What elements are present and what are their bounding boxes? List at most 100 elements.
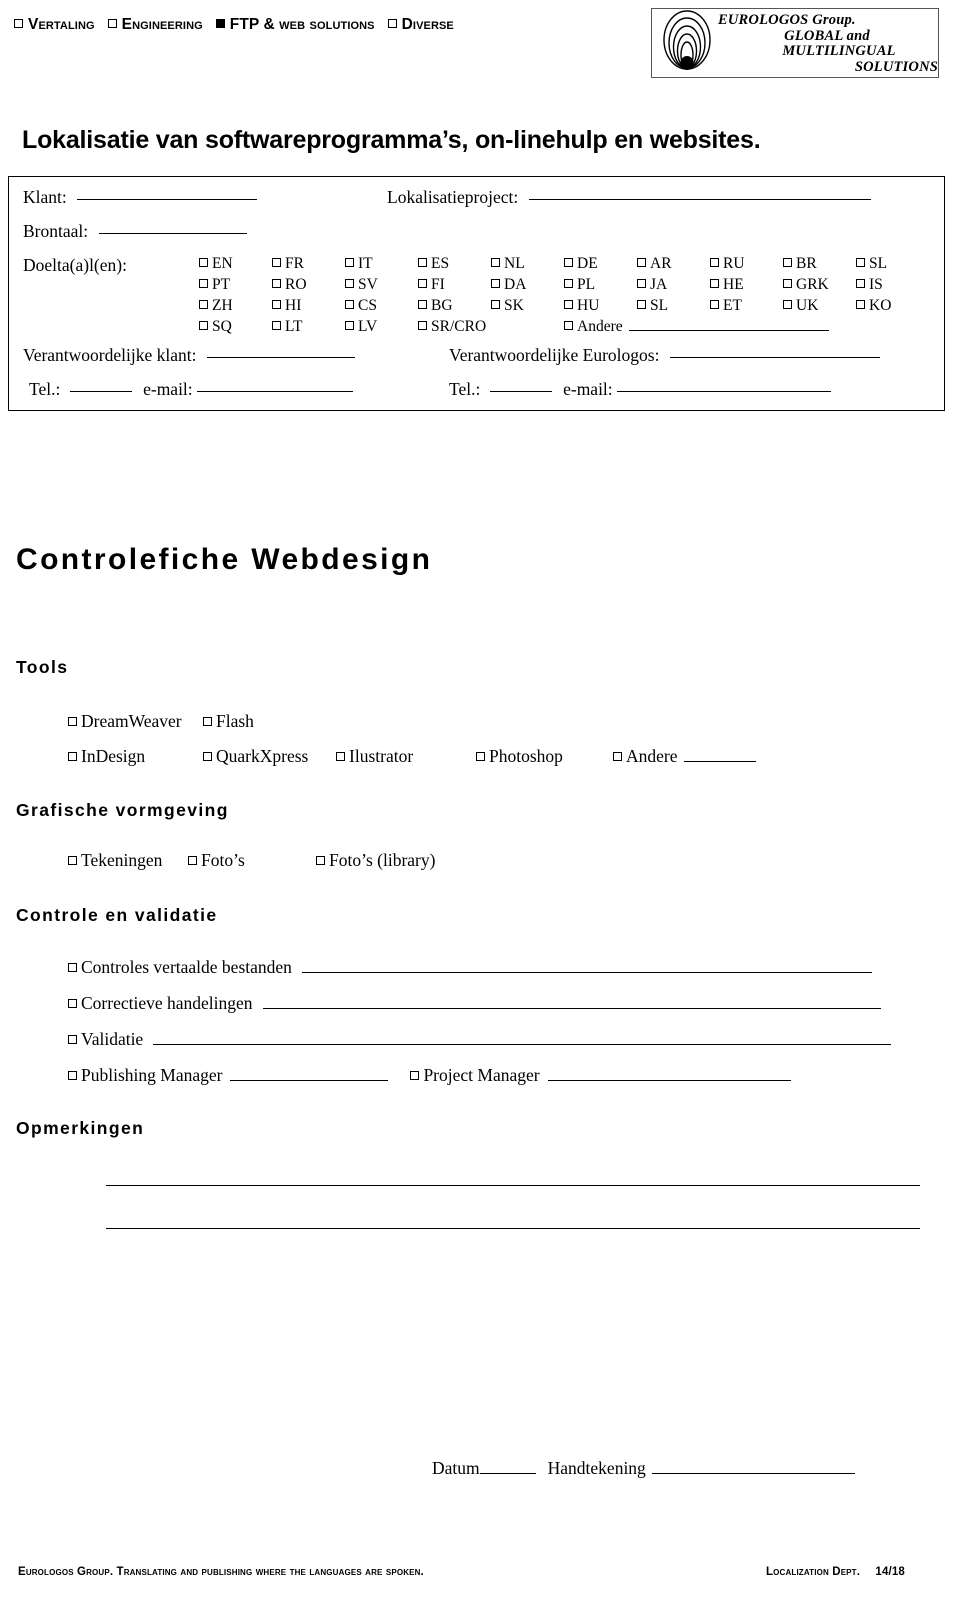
checkbox-icon[interactable] [272, 279, 281, 288]
lang-checkbox-pt[interactable]: PT [199, 276, 272, 294]
controle-checkbox-correctieve-handelingen[interactable]: Correctieve handelingen [68, 993, 253, 1014]
checkbox-icon[interactable] [199, 258, 208, 267]
checkbox-icon[interactable] [564, 321, 573, 330]
checkbox-icon[interactable] [68, 856, 77, 865]
checkbox-icon[interactable] [203, 717, 212, 726]
checkbox-icon[interactable] [345, 279, 354, 288]
tool-checkbox-photoshop[interactable]: Photoshop [476, 746, 613, 767]
checkbox-icon[interactable] [199, 279, 208, 288]
checkbox-icon[interactable] [491, 279, 500, 288]
checkbox-icon[interactable] [199, 300, 208, 309]
lang-checkbox-lt[interactable]: LT [272, 318, 345, 336]
checkbox-icon[interactable] [418, 321, 427, 330]
lang-checkbox-ja[interactable]: JA [637, 276, 710, 294]
handtekening-input-line[interactable] [651, 1473, 855, 1474]
grafische-checkbox-fotos-library[interactable]: Foto’s (library) [316, 850, 435, 871]
checkbox-icon[interactable] [476, 752, 485, 761]
checkbox-icon[interactable] [68, 752, 77, 761]
checkbox-icon[interactable] [564, 279, 573, 288]
lang-checkbox-br[interactable]: BR [783, 255, 856, 273]
checkbox-icon[interactable] [68, 963, 77, 972]
email-eurologos-input-line[interactable] [617, 391, 832, 392]
checkbox-icon[interactable] [710, 258, 719, 267]
checkbox-icon[interactable] [345, 300, 354, 309]
grafische-checkbox-fotos[interactable]: Foto’s [188, 850, 316, 871]
checkbox-icon[interactable] [783, 279, 792, 288]
lang-checkbox-bg[interactable]: BG [418, 297, 491, 315]
checkbox-icon[interactable] [856, 279, 865, 288]
lang-checkbox-hi[interactable]: HI [272, 297, 345, 315]
tool-checkbox-dreamweaver[interactable]: DreamWeaver [68, 711, 203, 732]
lang-checkbox-sr-cro[interactable]: SR/CRO [418, 318, 564, 336]
checkbox-icon[interactable] [564, 300, 573, 309]
resp-eurologos-input-line[interactable] [669, 357, 880, 358]
lang-checkbox-sk[interactable]: SK [491, 297, 564, 315]
lang-checkbox-sl[interactable]: SL [856, 255, 929, 273]
checkbox-icon[interactable] [199, 321, 208, 330]
checkbox-icon[interactable] [316, 856, 325, 865]
tool-andere-input-line[interactable] [683, 761, 756, 762]
publishing-manager-input-line[interactable] [230, 1080, 389, 1081]
checkbox-icon[interactable] [418, 279, 427, 288]
lang-checkbox-fi[interactable]: FI [418, 276, 491, 294]
checkbox-icon[interactable] [336, 752, 345, 761]
lang-checkbox-he[interactable]: HE [710, 276, 783, 294]
tool-checkbox-andere[interactable]: Andere [613, 746, 756, 767]
lang-checkbox-andere[interactable]: Andere [564, 318, 929, 336]
lang-checkbox-ar[interactable]: AR [637, 255, 710, 273]
lang-checkbox-et[interactable]: ET [710, 297, 783, 315]
lang-checkbox-es[interactable]: ES [418, 255, 491, 273]
checkbox-icon[interactable] [387, 19, 397, 28]
category-diverse[interactable]: Diverse [387, 16, 454, 34]
opmerkingen-line-1[interactable] [106, 1185, 920, 1186]
checkbox-icon[interactable] [68, 1035, 77, 1044]
lang-checkbox-is[interactable]: IS [856, 276, 929, 294]
validatie-input-line[interactable] [153, 1044, 892, 1045]
lang-checkbox-ru[interactable]: RU [710, 255, 783, 273]
checkbox-icon[interactable] [418, 300, 427, 309]
checkbox-icon[interactable] [783, 300, 792, 309]
lang-checkbox-nl[interactable]: NL [491, 255, 564, 273]
lang-checkbox-it[interactable]: IT [345, 255, 418, 273]
controle-checkbox-controles-vertaalde-bestanden[interactable]: Controles vertaalde bestanden [68, 957, 292, 978]
checkbox-icon[interactable] [637, 258, 646, 267]
category-engineering[interactable]: Engineering [107, 16, 203, 34]
lang-checkbox-sq[interactable]: SQ [199, 318, 272, 336]
checkbox-icon[interactable] [613, 752, 622, 761]
checkbox-icon[interactable] [856, 258, 865, 267]
lang-checkbox-pl[interactable]: PL [564, 276, 637, 294]
checkbox-icon[interactable] [491, 300, 500, 309]
lang-checkbox-de[interactable]: DE [564, 255, 637, 273]
lang-checkbox-ro[interactable]: RO [272, 276, 345, 294]
lang-checkbox-lv[interactable]: LV [345, 318, 418, 336]
tool-checkbox-indesign[interactable]: InDesign [68, 746, 203, 767]
tool-checkbox-flash[interactable]: Flash [203, 711, 254, 732]
lang-checkbox-en[interactable]: EN [199, 255, 272, 273]
lang-checkbox-grk[interactable]: GRK [783, 276, 856, 294]
checkbox-icon[interactable] [14, 19, 23, 28]
checkbox-icon[interactable] [491, 258, 500, 267]
checkbox-icon[interactable] [710, 279, 719, 288]
checkbox-icon[interactable] [68, 717, 77, 726]
controle-checkbox-validatie[interactable]: Validatie [68, 1029, 143, 1050]
checkbox-icon[interactable] [68, 999, 77, 1008]
email-klant-input-line[interactable] [197, 391, 354, 392]
lang-checkbox-hu[interactable]: HU [564, 297, 637, 315]
checkbox-icon[interactable] [107, 19, 117, 28]
checkbox-icon[interactable] [637, 279, 646, 288]
lang-checkbox-uk[interactable]: UK [783, 297, 856, 315]
lang-checkbox-sl2[interactable]: SL [637, 297, 710, 315]
checkbox-icon[interactable] [272, 258, 281, 267]
tel-klant-input-line[interactable] [69, 391, 132, 392]
checkbox-icon[interactable] [418, 258, 427, 267]
resp-klant-input-line[interactable] [206, 357, 355, 358]
checkbox-icon[interactable] [345, 258, 354, 267]
datum-input-line[interactable] [479, 1473, 536, 1474]
lang-checkbox-da[interactable]: DA [491, 276, 564, 294]
lang-checkbox-cs[interactable]: CS [345, 297, 418, 315]
checkbox-icon[interactable] [710, 300, 719, 309]
brontaal-input-line[interactable] [98, 233, 247, 234]
checkbox-icon[interactable] [272, 300, 281, 309]
checkbox-icon[interactable] [783, 258, 792, 267]
checkbox-icon[interactable] [564, 258, 573, 267]
